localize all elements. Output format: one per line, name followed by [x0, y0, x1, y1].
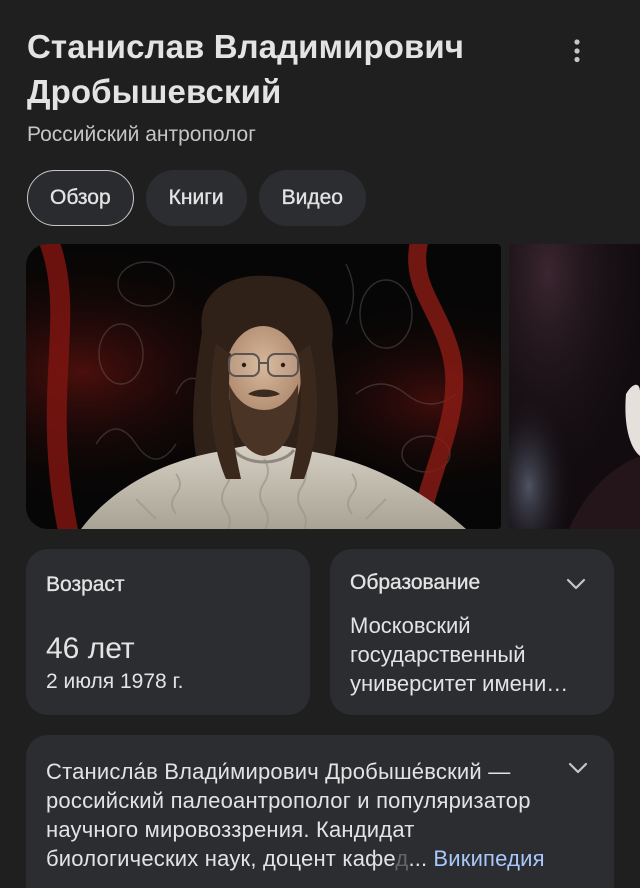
description-card[interactable]: Станисла́в Влади́мирович Дробыше́вский —…	[26, 735, 614, 888]
education-line: университет имени…	[350, 671, 569, 696]
age-value: 46 лет	[46, 632, 135, 665]
description-ellipsis: ...	[408, 846, 428, 871]
tab-videos[interactable]: Видео	[258, 170, 366, 226]
wikipedia-link[interactable]: Википедия	[433, 846, 544, 871]
photo-1[interactable]	[26, 244, 501, 529]
description-faded-text: д	[395, 846, 409, 871]
image-carousel	[26, 244, 640, 529]
birth-date: 2 июля 1978 г.	[46, 670, 184, 693]
age-label: Возраст	[46, 573, 125, 596]
education-card[interactable]: Образование Московский государственный у…	[330, 549, 614, 715]
subtitle: Российский антрополог	[27, 123, 256, 146]
education-label: Образование	[350, 571, 481, 594]
education-value: Московский государственный университет и…	[350, 611, 568, 698]
more-vert-icon	[574, 39, 580, 63]
page-title: Станислав Владимирович Дробышевский	[27, 28, 465, 110]
description-line-last: биологических наук, доцент кафед... Викип…	[46, 844, 545, 873]
photo-2[interactable]	[509, 244, 640, 529]
age-card: Возраст 46 лет 2 июля 1978 г.	[26, 549, 310, 715]
chevron-down-icon[interactable]	[566, 578, 586, 590]
tab-bar: Обзор Книги Видео	[27, 170, 366, 226]
more-options-button[interactable]	[563, 34, 591, 68]
stage-image	[509, 244, 640, 529]
description-line: Станисла́в Влади́мирович Дробыше́вский —	[46, 759, 511, 784]
description-line-text: биологических наук, доцент кафе	[46, 846, 396, 871]
education-line: Московский	[350, 613, 471, 638]
description-line: научного мировоззрения. Кандидат	[46, 817, 415, 842]
tab-books[interactable]: Книги	[145, 170, 247, 226]
portrait-image	[26, 244, 501, 529]
description-line: российский палеоантрополог и популяризат…	[46, 788, 531, 813]
tab-overview[interactable]: Обзор	[27, 170, 134, 226]
education-line: государственный	[350, 642, 526, 667]
description-text: Станисла́в Влади́мирович Дробыше́вский —…	[46, 757, 545, 873]
chevron-down-icon[interactable]	[568, 762, 588, 774]
